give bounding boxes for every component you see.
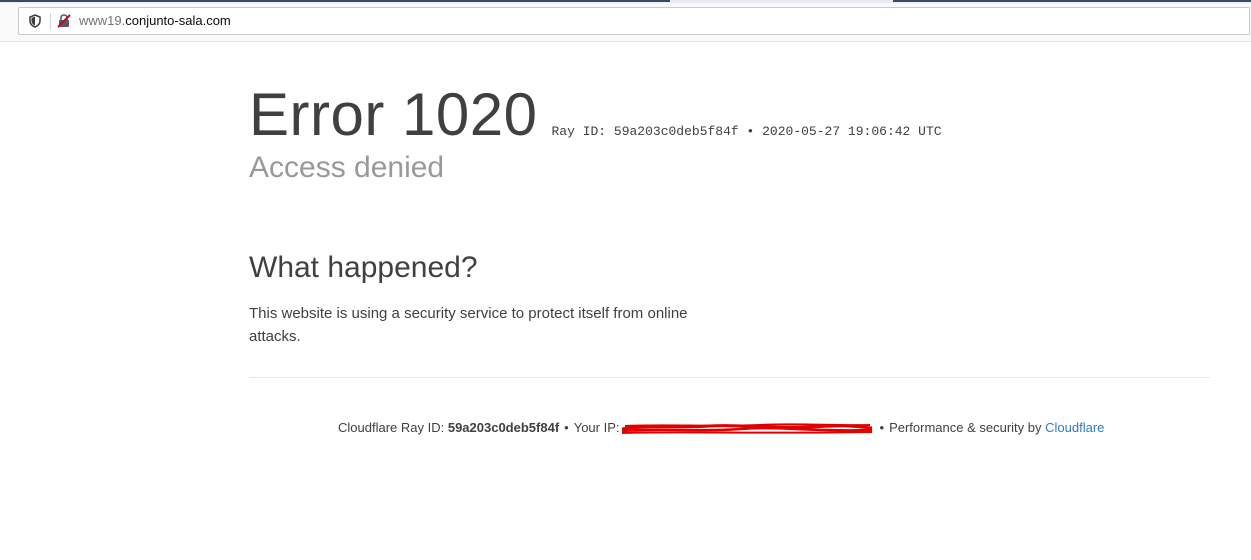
footer-divider <box>249 377 1210 378</box>
cloudflare-link[interactable]: Cloudflare <box>1045 420 1104 435</box>
ip-label: Your IP: <box>573 420 620 435</box>
ray-id-label: Cloudflare Ray ID: <box>338 420 445 435</box>
tab-strip-segment <box>893 0 1251 2</box>
error-subtitle: Access denied <box>249 151 445 184</box>
what-happened-text: This website is using a security service… <box>249 305 688 345</box>
url-domain: conjunto-sala.com <box>125 13 231 28</box>
performance-label: Performance & security by <box>889 420 1042 435</box>
redacted-ip-scribble <box>620 420 875 436</box>
cloudflare-footer: Cloudflare Ray ID: 59a203c0deb5f84f • Your… <box>338 420 1104 436</box>
footer-bullet: • <box>564 420 569 435</box>
footer-bullet: • <box>879 420 885 435</box>
ray-id-line: Ray ID: 59a203c0deb5f84f • 2020-05-27 19… <box>551 124 942 139</box>
what-happened-heading: What happened? <box>249 251 478 284</box>
address-bar[interactable]: www19.conjunto-sala.com <box>18 7 1250 35</box>
insecure-lock-icon[interactable] <box>56 13 72 29</box>
url-text[interactable]: www19.conjunto-sala.com <box>79 13 231 29</box>
url-subdomain: www19. <box>79 13 126 28</box>
ray-id-value: 59a203c0deb5f84f <box>447 420 560 435</box>
tab-strip-segment <box>0 0 670 2</box>
error-header: Error 1020 Ray ID: 59a203c0deb5f84f • 202… <box>249 80 942 150</box>
address-bar-divider <box>50 13 51 30</box>
shield-icon[interactable] <box>28 14 42 28</box>
navigation-toolbar: www19.conjunto-sala.com <box>0 3 1251 42</box>
error-title: Error 1020 <box>249 81 538 148</box>
